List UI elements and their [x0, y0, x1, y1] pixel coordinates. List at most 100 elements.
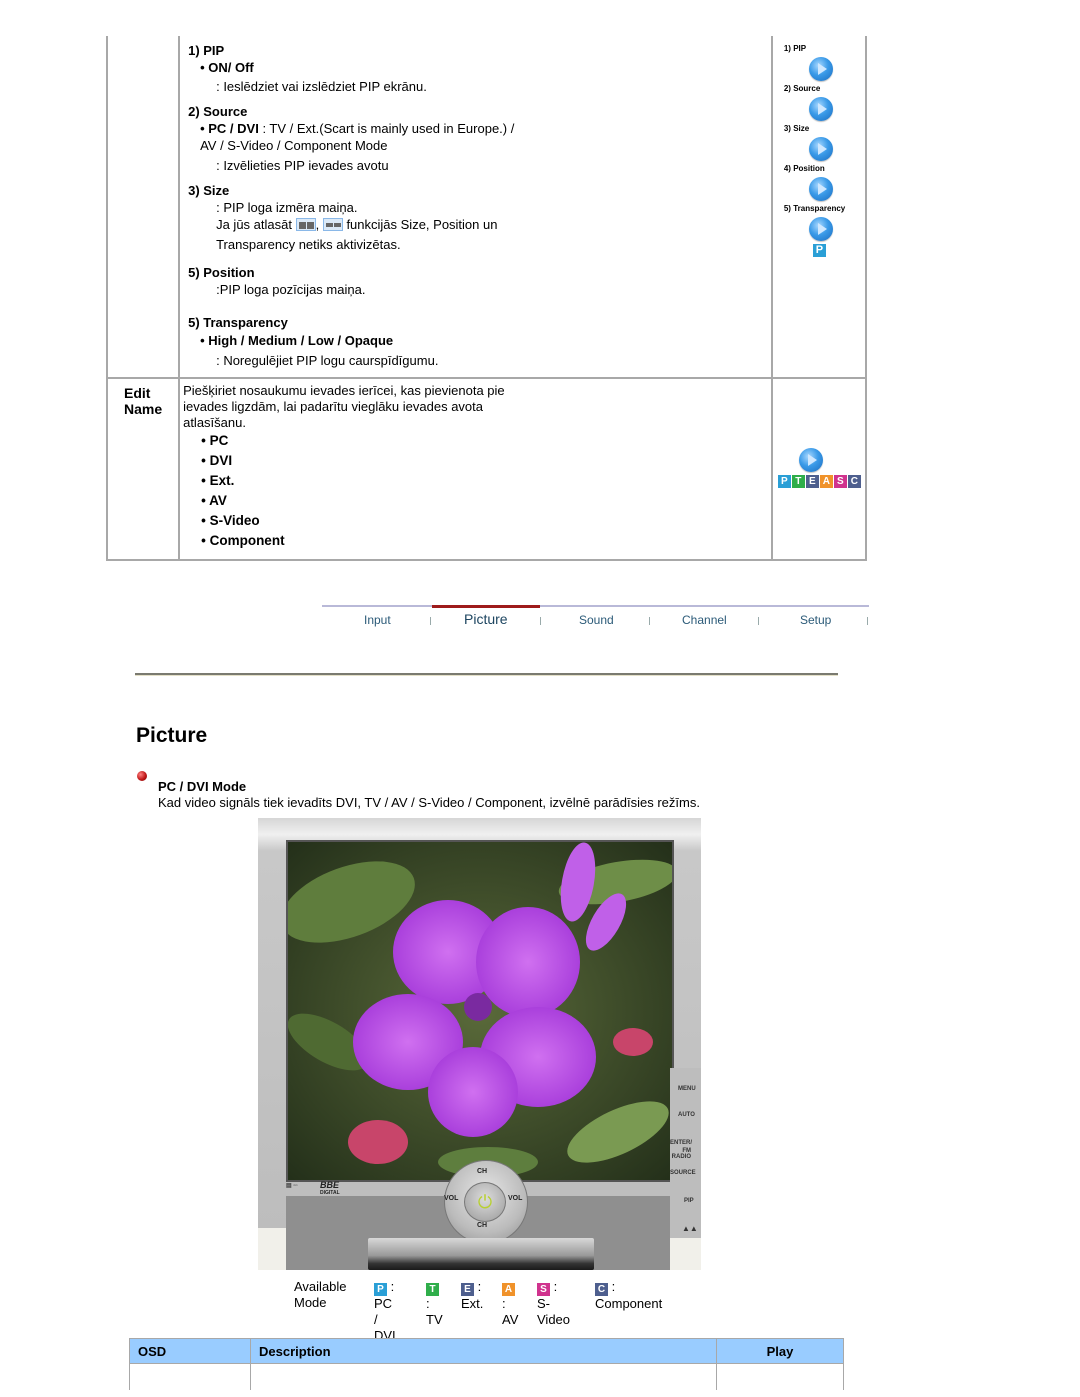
edit-option-svideo: • S-Video — [201, 513, 260, 528]
ch-down-label[interactable]: CH — [477, 1222, 487, 1229]
mode-svideo: S : S- Video — [537, 1279, 570, 1328]
mode-name: TV — [426, 1312, 443, 1327]
edit-option-pc: • PC — [201, 433, 229, 448]
mode-name: AV — [502, 1312, 519, 1327]
page-title: Picture — [136, 724, 208, 747]
badge-c-icon: C — [595, 1283, 608, 1296]
badge-s: S — [833, 475, 847, 488]
play-label-position: 4) Position — [783, 164, 825, 173]
pip-heading: 1) PIP — [188, 43, 225, 58]
source-option: • PC / DVI : TV / Ext.(Scart is mainly u… — [188, 120, 771, 137]
source-button[interactable]: SOURCE — [670, 1170, 696, 1176]
pip-desc: : Ieslēdziet vai izslēdziet PIP ekrānu. — [216, 79, 427, 94]
play-label-size: 3) Size — [783, 124, 810, 133]
nav-separator — [867, 617, 868, 625]
power-button[interactable]: ⏻ — [464, 1182, 506, 1222]
edit-option-ext: • Ext. — [201, 473, 235, 488]
bullet-icon — [137, 771, 147, 781]
play-links-cell: 1) PIP 2) Source 3) Size 4) Position 5) … — [770, 36, 868, 379]
nav-tab-picture[interactable]: Picture — [464, 611, 508, 627]
pip-button[interactable]: PIP — [684, 1198, 694, 1204]
bbe-logo: BBE — [320, 1180, 340, 1190]
play-cell — [716, 1363, 844, 1390]
osd-table: OSD Description Play — [129, 1338, 844, 1390]
edit-name-label-cell: Edit Name — [105, 377, 181, 561]
badge-c: C — [847, 475, 861, 488]
table-row-edit-name: Edit Name Piešķiriet nosaukumu ievades i… — [105, 377, 868, 561]
badge-e: E — [805, 475, 819, 488]
mode-name: Video — [537, 1312, 571, 1327]
section-divider — [135, 673, 838, 676]
ch-up-label[interactable]: CH — [477, 1168, 487, 1175]
nav-separator — [430, 617, 431, 625]
play-button-pip[interactable] — [808, 57, 833, 81]
pip-settings-table: 1) PIP • ON/ Off : Ieslēdziet vai izslēd… — [105, 36, 868, 561]
play-label-transparency: 5) Transparency — [783, 204, 846, 213]
nav-tab-input[interactable]: Input — [364, 613, 391, 627]
tv-screen-flower-image — [286, 840, 674, 1182]
osd-header: OSD — [129, 1338, 251, 1364]
size-note-line2: Transparency netiks aktivizētas. — [216, 237, 401, 252]
edit-name-text-2: ievades ligzdām, lai padarītu vieglāku i… — [183, 399, 483, 414]
nav-separator — [649, 617, 650, 625]
play-label-source: 2) Source — [783, 84, 821, 93]
mode-name: PC / — [374, 1296, 393, 1327]
play-button-transparency[interactable] — [808, 217, 833, 241]
badge-s-icon: S — [537, 1283, 550, 1296]
available-label-1: Available — [294, 1279, 347, 1294]
mode-colon: : — [502, 1296, 506, 1311]
tv-stand — [368, 1238, 594, 1270]
badge-a-icon: A — [502, 1283, 515, 1296]
row-label-cell — [105, 36, 181, 379]
position-heading: 5) Position — [188, 265, 255, 280]
available-label-2: Mode — [294, 1295, 327, 1310]
pc-mode-badge: P — [812, 244, 826, 257]
badge-p: P — [777, 475, 791, 488]
nav-tab-sound[interactable]: Sound — [579, 613, 614, 627]
size-note-sep: , — [315, 217, 323, 232]
nav-tab-channel[interactable]: Channel — [682, 613, 727, 627]
badge-t-icon: T — [426, 1283, 439, 1296]
sound-mode-icon[interactable]: ▲▲ — [682, 1224, 698, 1233]
edit-option-component: • Component — [201, 533, 285, 548]
badge-e-icon: E — [461, 1283, 474, 1296]
auto-button[interactable]: AUTO — [678, 1112, 695, 1118]
badge-p-icon: P — [374, 1283, 387, 1296]
description-cell — [250, 1363, 717, 1390]
nav-line — [322, 605, 869, 607]
play-button-position[interactable] — [808, 177, 833, 201]
mode-av: A : AV — [502, 1279, 518, 1328]
description-header: Description — [250, 1338, 717, 1364]
mode-colon: : — [474, 1279, 482, 1294]
play-button-size[interactable] — [808, 137, 833, 161]
fm-radio-button[interactable]: FM RADIO — [668, 1148, 691, 1160]
source-option-text: : TV / Ext.(Scart is mainly used in Euro… — [258, 121, 515, 136]
mode-pc-dvi: P : PC / DVI — [374, 1279, 396, 1344]
size-note-text: Ja jūs atlasāt — [216, 217, 296, 232]
play-button-source[interactable] — [808, 97, 833, 121]
transparency-option: • High / Medium / Low / Opaque — [200, 333, 394, 348]
enter-button[interactable]: ENTER/ — [670, 1140, 692, 1146]
nav-active-indicator — [432, 605, 540, 608]
mode-ext: E : Ext. — [461, 1279, 483, 1312]
play-button-edit-name[interactable] — [798, 448, 823, 472]
transparency-desc: : Noregulējiet PIP logu caurspīdīgumu. — [216, 353, 439, 368]
menu-button[interactable]: MENU — [678, 1086, 696, 1092]
mode-name: Component — [595, 1296, 663, 1311]
edit-name-label-2: Name — [124, 401, 163, 417]
osd-cell — [129, 1363, 251, 1390]
play-header: Play — [716, 1338, 844, 1364]
badge-t: T — [791, 475, 805, 488]
digital-logo: DIGITAL — [320, 1190, 340, 1196]
tv-logo-small: ▤ ▫▫ — [286, 1183, 298, 1189]
size-note: Ja jūs atlasāt , funkcijās Size, Positio… — [188, 216, 771, 233]
edit-name-text-1: Piešķiriet nosaukumu ievades ierīcei, ka… — [183, 383, 505, 398]
osd-header-row: OSD Description Play — [129, 1338, 844, 1364]
pip-option: • ON/ Off — [200, 60, 254, 75]
mode-colon: : — [608, 1279, 616, 1294]
size-heading: 3) Size — [188, 183, 230, 198]
pip-side-window-icon — [322, 218, 343, 231]
nav-tab-setup[interactable]: Setup — [800, 613, 831, 627]
vol-minus-label[interactable]: VOL — [444, 1195, 458, 1202]
vol-plus-label[interactable]: VOL — [508, 1195, 522, 1202]
